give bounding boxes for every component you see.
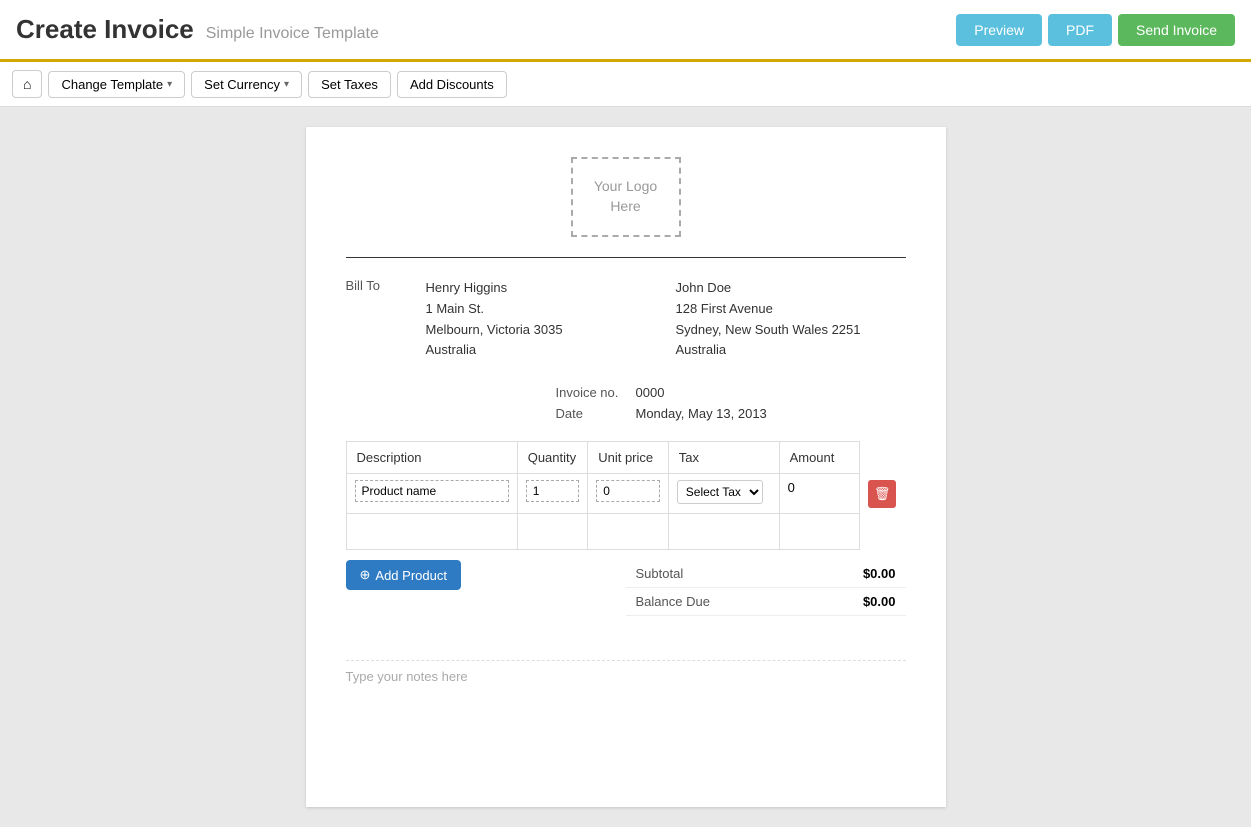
unit-price-input[interactable] [596,480,660,502]
col-unit-price: Unit price [588,442,669,474]
invoice-no-value: 0000 [636,385,665,400]
add-product-row: ⊕ Add Product [346,560,461,590]
table-row: Select Tax 0 🗑 [346,474,905,514]
amount-value: 0 [788,480,795,495]
totals-table: Subtotal $0.00 Balance Due $0.00 [626,560,906,616]
tax-select-container: Select Tax [677,480,771,504]
add-product-button[interactable]: ⊕ Add Product [346,560,461,590]
header-divider [346,257,906,258]
quantity-input[interactable] [526,480,580,502]
header-buttons: Preview PDF Send Invoice [956,14,1235,46]
pdf-button[interactable]: PDF [1048,14,1112,46]
logo-placeholder[interactable]: Your Logo Here [571,157,681,237]
tax-select[interactable]: Select Tax [677,480,763,504]
balance-label: Balance Due [626,588,806,616]
trash-icon: 🗑 [874,486,891,502]
totals-section: Subtotal $0.00 Balance Due $0.00 [626,560,906,616]
toolbar: ⌂ Change Template ▾ Set Currency ▾ Set T… [0,62,1251,107]
description-input[interactable] [355,480,509,502]
top-header: Create Invoice Simple Invoice Template P… [0,0,1251,62]
change-template-label: Change Template [61,77,163,92]
bill-to-label: Bill To [346,278,406,361]
change-template-button[interactable]: Change Template ▾ [48,71,185,98]
product-description-cell [346,474,517,514]
from-address1: 1 Main St. [426,299,656,320]
logo-area: Your Logo Here [346,157,906,237]
balance-row: Balance Due $0.00 [626,588,906,616]
change-template-caret: ▾ [167,79,172,90]
bill-from: Henry Higgins 1 Main St. Melbourn, Victo… [426,278,656,361]
amount-cell: 0 [779,474,860,514]
delete-cell: 🗑 [860,474,905,514]
from-country: Australia [426,340,656,361]
col-quantity: Quantity [517,442,588,474]
unit-price-cell [588,474,669,514]
page-title: Create Invoice [16,14,194,45]
home-icon: ⌂ [23,76,31,92]
set-taxes-button[interactable]: Set Taxes [308,71,391,98]
logo-text: Your Logo Here [594,177,657,216]
set-currency-caret: ▾ [284,79,289,90]
title-area: Create Invoice Simple Invoice Template [16,14,379,45]
from-name: Henry Higgins [426,278,656,299]
add-discounts-button[interactable]: Add Discounts [397,71,507,98]
col-tax: Tax [668,442,779,474]
set-currency-label: Set Currency [204,77,280,92]
table-header-row: Description Quantity Unit price Tax Amou… [346,442,905,474]
set-taxes-label: Set Taxes [321,77,378,92]
col-amount: Amount [779,442,860,474]
invoice-meta: Invoice no. 0000 Date Monday, May 13, 20… [346,385,906,421]
invoice-no-label: Invoice no. [556,385,636,400]
subtotal-row: Subtotal $0.00 [626,560,906,588]
invoice-no-row: Invoice no. 0000 [346,385,906,400]
preview-button[interactable]: Preview [956,14,1042,46]
invoice-paper: Your Logo Here Bill To Henry Higgins 1 M… [306,127,946,807]
quantity-cell [517,474,588,514]
col-description: Description [346,442,517,474]
bill-to-info: John Doe 128 First Avenue Sydney, New So… [676,278,906,361]
home-button[interactable]: ⌂ [12,70,42,98]
page-subtitle: Simple Invoice Template [206,25,379,43]
to-country: Australia [676,340,906,361]
notes-placeholder[interactable]: Type your notes here [346,669,468,684]
balance-value: $0.00 [805,588,905,616]
add-discounts-label: Add Discounts [410,77,494,92]
spacer-row [346,514,905,550]
send-invoice-button[interactable]: Send Invoice [1118,14,1235,46]
notes-area: Type your notes here [346,660,906,692]
delete-row-button[interactable]: 🗑 [868,480,896,508]
invoice-table: Description Quantity Unit price Tax Amou… [346,441,906,550]
to-address1: 128 First Avenue [676,299,906,320]
to-address2: Sydney, New South Wales 2251 [676,320,906,341]
add-product-label: Add Product [375,568,447,583]
tax-cell: Select Tax [668,474,779,514]
billing-section: Bill To Henry Higgins 1 Main St. Melbour… [346,278,906,361]
to-name: John Doe [676,278,906,299]
main-content: Your Logo Here Bill To Henry Higgins 1 M… [0,107,1251,827]
set-currency-button[interactable]: Set Currency ▾ [191,71,302,98]
subtotal-label: Subtotal [626,560,806,588]
date-label: Date [556,406,636,421]
date-row: Date Monday, May 13, 2013 [346,406,906,421]
date-value: Monday, May 13, 2013 [636,406,767,421]
subtotal-value: $0.00 [805,560,905,588]
plus-icon: ⊕ [360,567,371,583]
from-address2: Melbourn, Victoria 3035 [426,320,656,341]
